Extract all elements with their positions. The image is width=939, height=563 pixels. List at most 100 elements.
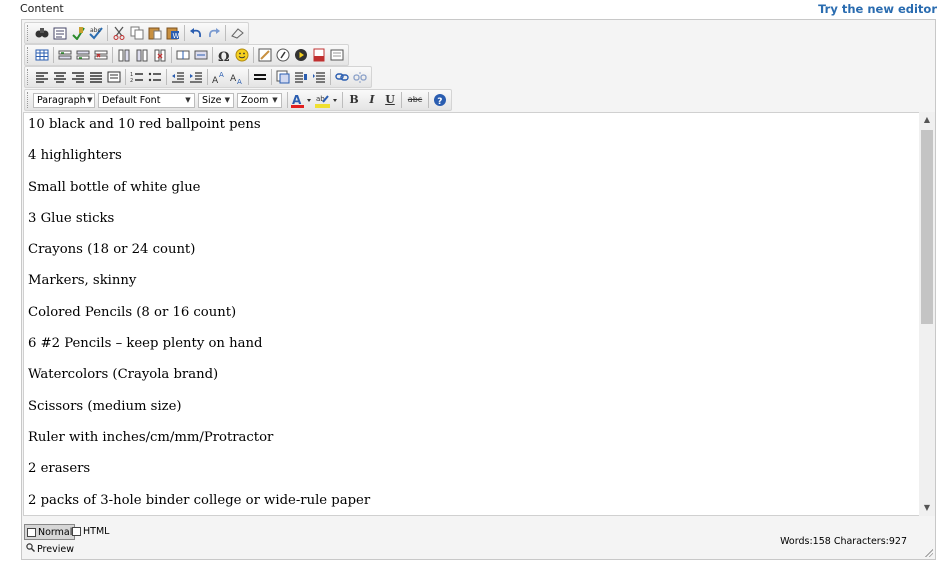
paste-icon[interactable] <box>147 25 163 41</box>
scrollbar-thumb[interactable] <box>921 130 933 324</box>
bookmark-icon[interactable] <box>311 69 327 85</box>
indent-icon[interactable] <box>188 69 204 85</box>
paragraph-line[interactable]: Crayons (18 or 24 count) <box>28 238 908 269</box>
split-cell-icon[interactable] <box>175 47 191 63</box>
spellcheck-icon[interactable] <box>70 25 86 41</box>
document-body[interactable]: 10 black and 10 red ballpoint pens 4 high… <box>28 113 908 515</box>
magnifier-icon <box>26 543 35 555</box>
chevron-down-icon: ▼ <box>272 96 278 104</box>
redo-icon[interactable] <box>206 25 222 41</box>
paragraph-line[interactable]: 2 erasers <box>28 457 908 488</box>
unordered-list-icon[interactable] <box>147 69 163 85</box>
bold-button[interactable]: B <box>346 92 362 108</box>
emoticon-icon[interactable] <box>234 47 250 63</box>
paragraph-line[interactable]: Watercolors (Crayola brand) <box>28 363 908 394</box>
vertical-scrollbar[interactable]: ▲ ▼ <box>919 112 935 516</box>
superscript-icon[interactable]: AA <box>211 69 227 85</box>
insert-pdf-icon[interactable] <box>311 47 327 63</box>
size-select[interactable]: Size ▼ <box>198 92 234 108</box>
special-char-icon[interactable]: Ω <box>216 47 232 63</box>
design-mode-icon <box>27 527 36 537</box>
toolbar-row-3: 12 AA AA <box>24 66 374 88</box>
strikethrough-button[interactable]: abc <box>405 92 425 108</box>
insert-table-icon[interactable] <box>34 47 50 63</box>
align-right-icon[interactable] <box>70 69 86 85</box>
align-left-icon[interactable] <box>34 69 50 85</box>
paragraph-line[interactable]: 6 #2 Pencils – keep plenty on hand <box>28 332 908 363</box>
insert-image-icon[interactable] <box>257 47 273 63</box>
html-mode-label: HTML <box>83 525 110 537</box>
delete-col-icon[interactable] <box>152 47 168 63</box>
resize-grip-icon[interactable] <box>924 548 933 557</box>
scroll-down-arrow-icon[interactable]: ▼ <box>919 500 935 516</box>
svg-text:?: ? <box>437 97 442 107</box>
html-mode-tab[interactable]: HTML <box>70 524 111 538</box>
binoculars-find-icon[interactable] <box>34 25 50 41</box>
merge-cells-icon[interactable] <box>193 47 209 63</box>
toolbar-group-format: 12 AA AA <box>24 66 372 88</box>
paragraph-line[interactable]: Ruler with inches/cm/mm/Protractor <box>28 426 908 457</box>
outdent-icon[interactable] <box>170 69 186 85</box>
font-select[interactable]: Default Font ▼ <box>98 92 195 108</box>
insert-snippet-icon[interactable] <box>293 69 309 85</box>
toolbar-separator <box>53 47 54 63</box>
delete-row-icon[interactable] <box>93 47 109 63</box>
preview-button[interactable]: Preview <box>26 543 74 555</box>
paste-word-icon[interactable]: W <box>165 25 181 41</box>
toolbar-grip <box>27 47 31 63</box>
toolbar-separator <box>401 92 402 108</box>
insert-media-icon[interactable] <box>293 47 309 63</box>
ordered-list-icon[interactable]: 12 <box>129 69 145 85</box>
align-center-icon[interactable] <box>52 69 68 85</box>
align-full-icon[interactable] <box>106 69 122 85</box>
paragraph-select[interactable]: Paragraph ▼ <box>33 92 95 108</box>
eraser-icon[interactable] <box>229 25 245 41</box>
insert-form-icon[interactable] <box>329 47 345 63</box>
align-justify-icon[interactable] <box>88 69 104 85</box>
insert-flash-icon[interactable] <box>275 47 291 63</box>
insert-template-icon[interactable] <box>275 69 291 85</box>
zoom-select[interactable]: Zoom ▼ <box>237 92 282 108</box>
paragraph-line[interactable]: 3 Glue sticks <box>28 207 908 238</box>
svg-text:A: A <box>237 78 242 84</box>
paragraph-line[interactable]: Markers, skinny <box>28 269 908 300</box>
unlink-icon[interactable] <box>352 69 368 85</box>
italic-button[interactable]: I <box>364 92 380 108</box>
paragraph-line[interactable]: 10 black and 10 red ballpoint pens <box>28 113 908 144</box>
toolbar-separator <box>125 69 126 85</box>
toolbar-grip <box>27 25 31 41</box>
subscript-icon[interactable]: AA <box>229 69 245 85</box>
paragraph-line[interactable]: Colored Pencils (8 or 16 count) <box>28 301 908 332</box>
scroll-up-arrow-icon[interactable]: ▲ <box>919 112 935 128</box>
insert-col-before-icon[interactable] <box>116 47 132 63</box>
paragraph-line[interactable]: 2 packs of 3-hole binder college or wide… <box>28 489 908 515</box>
toolbar-grip <box>27 69 31 85</box>
paragraph-line[interactable]: Scissors (medium size) <box>28 395 908 426</box>
svg-text:A: A <box>230 74 237 84</box>
highlight-color-icon[interactable]: ab <box>315 92 339 108</box>
toolbar-group-edit: abc W <box>24 22 249 44</box>
toolbar-separator <box>212 47 213 63</box>
horizontal-rule-icon[interactable] <box>252 69 268 85</box>
copy-icon[interactable] <box>129 25 145 41</box>
underline-button[interactable]: U <box>382 92 398 108</box>
paragraph-line[interactable]: Small bottle of white glue <box>28 176 908 207</box>
toolbar-separator <box>207 69 208 85</box>
paragraph-line[interactable]: 4 highlighters <box>28 144 908 175</box>
toolbar-separator <box>248 69 249 85</box>
insert-col-after-icon[interactable] <box>134 47 150 63</box>
word-character-count: Words:158 Characters:927 <box>780 536 907 547</box>
help-icon[interactable]: ? <box>432 92 448 108</box>
rich-text-editor: abc W Ω 1 2 A A A A Paragraph ▼ Default … <box>21 19 936 560</box>
find-replace-icon[interactable] <box>52 25 68 41</box>
insert-row-after-icon[interactable] <box>75 47 91 63</box>
insert-row-before-icon[interactable] <box>57 47 73 63</box>
try-new-editor-link[interactable]: Try the new editor <box>818 2 937 16</box>
editor-content-area[interactable]: 10 black and 10 red ballpoint pens 4 high… <box>23 112 921 516</box>
undo-icon[interactable] <box>188 25 204 41</box>
link-icon[interactable] <box>334 69 350 85</box>
cut-icon[interactable] <box>111 25 127 41</box>
font-color-icon[interactable]: A <box>291 92 313 108</box>
spellcheck-check-icon[interactable]: abc <box>88 25 104 41</box>
normal-mode-tab[interactable]: Normal <box>24 524 76 540</box>
